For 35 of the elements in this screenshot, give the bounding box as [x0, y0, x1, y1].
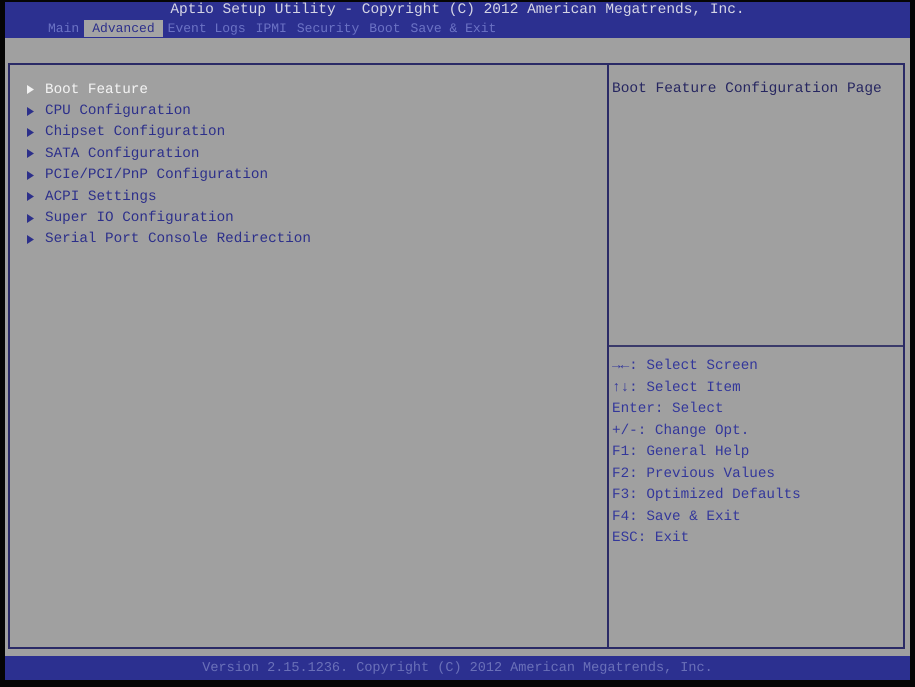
- key-hint: F3: Optimized Defaults: [612, 486, 801, 505]
- triangle-right-icon: [27, 149, 34, 158]
- triangle-right-icon: [27, 192, 34, 202]
- menu-item[interactable]: Super IO Configuration: [27, 207, 234, 229]
- menu-tab[interactable]: Main: [43, 20, 84, 37]
- menu-tab[interactable]: Security: [292, 20, 364, 37]
- key-hint: F2: Previous Values: [612, 464, 776, 484]
- triangle-right-icon: [27, 128, 34, 137]
- menu-tab[interactable]: Event Logs: [162, 20, 251, 37]
- triangle-right-icon: [27, 170, 34, 180]
- triangle-right-icon: [27, 214, 34, 223]
- key-hint: →←: Select Screen: [612, 357, 758, 376]
- menu-item[interactable]: CPU Configuration: [27, 100, 191, 122]
- menu-item[interactable]: SATA Configuration: [27, 143, 200, 165]
- triangle-right-icon: [27, 85, 34, 94]
- menu-tab[interactable]: Save & Exit: [406, 20, 502, 37]
- key-hint: +/-: Change Opt.: [612, 422, 750, 440]
- menu-item[interactable]: Serial Port Console Redirection: [27, 228, 311, 250]
- help-text: Boot Feature Configuration Page: [612, 80, 883, 99]
- key-hint: F1: General Help: [612, 443, 750, 462]
- menu-tab[interactable]: Advanced: [84, 20, 163, 37]
- menu-tab[interactable]: Boot: [364, 20, 406, 37]
- menu-item[interactable]: Boot Feature: [27, 79, 148, 100]
- window-title: Aptio Setup Utility - Copyright (C) 2012 American Megatrends, Inc.: [169, 2, 746, 19]
- key-hint: F4: Save & Exit: [612, 508, 741, 526]
- menu-tab[interactable]: IPMI: [250, 20, 292, 37]
- menu-item[interactable]: PCIe/PCI/PnP Configuration: [27, 164, 268, 186]
- key-hint: ESC: Exit: [612, 529, 690, 548]
- menu-item[interactable]: ACPI Settings: [27, 186, 157, 208]
- triangle-right-icon: [27, 106, 34, 116]
- triangle-right-icon: [27, 234, 34, 244]
- key-hint: ↑↓: Select Item: [612, 378, 741, 398]
- key-hint: Enter: Select: [612, 400, 724, 419]
- status-text: Version 2.15.1236. Copyright (C) 2012 American Megatrends, Inc.: [202, 660, 713, 676]
- menu-item[interactable]: Chipset Configuration: [27, 122, 226, 144]
